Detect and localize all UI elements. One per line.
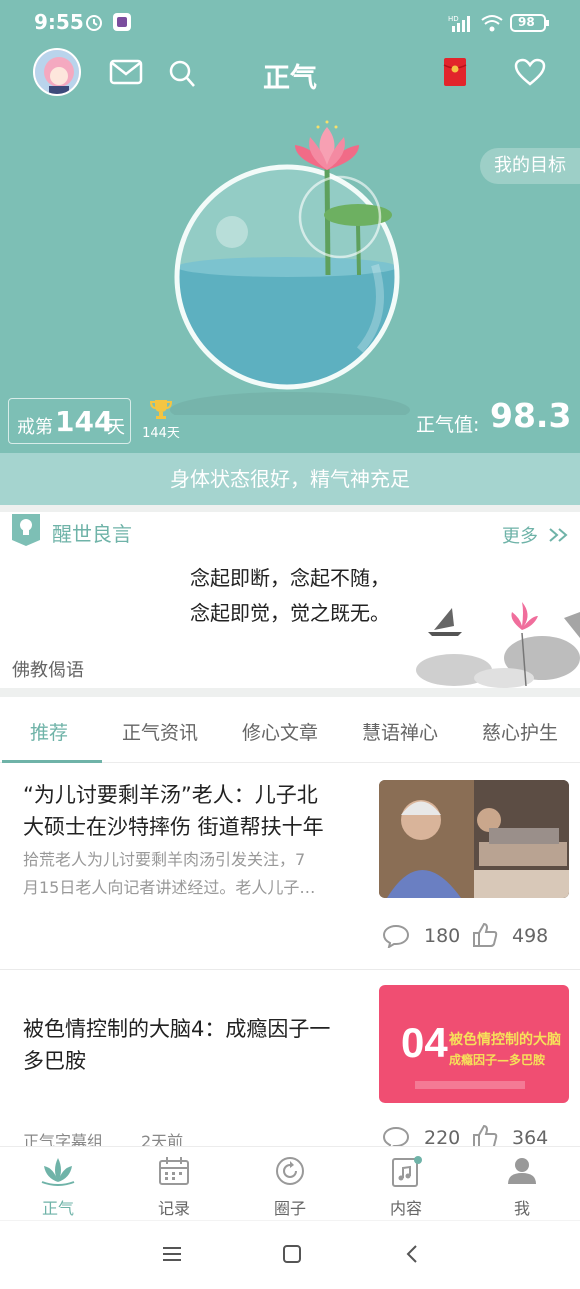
nav-label-content: 内容 xyxy=(389,1199,422,1218)
thumbnail-caption-bar xyxy=(415,1081,525,1089)
app-notification-icon xyxy=(112,12,132,36)
nav-circle[interactable] xyxy=(232,1150,348,1190)
tab-cultivation-articles[interactable]: 修心文章 xyxy=(242,718,318,745)
nav-label-zhengqi: 正气 xyxy=(41,1199,74,1218)
thumbs-up-icon[interactable] xyxy=(472,922,498,952)
calendar-icon xyxy=(158,1156,190,1190)
thumbnail-episode-number: 04 xyxy=(401,1019,448,1066)
comment-count: 180 xyxy=(424,925,461,947)
status-message: 身体状态很好，精气神充足 xyxy=(0,453,580,505)
nav-label-record: 记录 xyxy=(157,1199,190,1218)
red-envelope-icon[interactable] xyxy=(443,57,467,91)
more-link[interactable]: 更多 xyxy=(502,522,570,548)
section-divider xyxy=(0,688,580,697)
thumbnail-title: 被色情控制的大脑 xyxy=(449,1032,561,1048)
news-desc-line-2: 月15日老人向记者讲述经过。老人儿子… xyxy=(23,878,316,897)
battery-level: 98 xyxy=(518,15,535,29)
thumbnail-subtitle: 成瘾因子—多巴胺 xyxy=(449,1053,546,1067)
news-title-line-2: 大硕士在沙特摔伤 街道帮扶十年 xyxy=(23,815,324,839)
person-icon xyxy=(506,1156,538,1190)
page-title: 正气 xyxy=(263,63,317,94)
tab-zhengqi-news[interactable]: 正气资讯 xyxy=(122,718,198,745)
heart-icon[interactable] xyxy=(514,58,546,90)
news-thumbnail: 04 被色情控制的大脑 成瘾因子—多巴胺 xyxy=(379,985,569,1103)
section-divider xyxy=(0,505,580,512)
streak-suffix: 天 xyxy=(107,417,125,438)
streak-prefix: 戒第 xyxy=(17,417,53,438)
more-label: 更多 xyxy=(502,526,538,547)
alarm-icon xyxy=(84,12,104,36)
ink-lotus-illustration xyxy=(414,598,580,688)
nav-label-circle: 圈子 xyxy=(273,1199,306,1218)
like-count: 498 xyxy=(512,925,549,947)
streak-days-box: 戒第 144 天 xyxy=(8,398,131,444)
news-title-line-1: 被色情控制的大脑4：成瘾因子一 xyxy=(23,1017,331,1041)
lotus-globe-illustration xyxy=(160,115,420,428)
home-icon[interactable] xyxy=(282,1244,302,1268)
tab-recommend[interactable]: 推荐 xyxy=(30,718,68,745)
streak-days: 144 xyxy=(55,405,114,438)
lightbulb-icon xyxy=(12,514,40,546)
news-desc-line-1: 拾荒老人为儿讨要剩羊肉汤引发关注，7 xyxy=(23,850,306,869)
nav-record[interactable] xyxy=(116,1150,232,1190)
nav-me[interactable] xyxy=(464,1150,580,1190)
wifi-icon xyxy=(480,14,504,36)
nav-content[interactable] xyxy=(348,1150,464,1192)
music-book-icon xyxy=(390,1156,422,1192)
quote-source: 佛教偈语 xyxy=(12,660,84,681)
zhengqi-label: 正气值: xyxy=(416,414,480,436)
quote-heading: 醒世良言 xyxy=(52,522,132,546)
signal-icon: HD xyxy=(448,14,472,36)
news-thumbnail xyxy=(379,780,569,898)
svg-text:HD: HD xyxy=(448,15,459,23)
tab-compassion[interactable]: 慈心护生 xyxy=(482,718,558,745)
news-title-line-1: “为儿讨要剩羊汤”老人：儿子北 xyxy=(23,783,318,807)
back-icon[interactable] xyxy=(405,1244,419,1268)
lotus-icon xyxy=(40,1156,76,1190)
tab-wisdom-zen[interactable]: 慧语禅心 xyxy=(362,718,438,745)
nav-zhengqi[interactable] xyxy=(0,1150,116,1190)
my-goal-button[interactable]: 我的目标 xyxy=(480,148,580,184)
comment-icon[interactable] xyxy=(382,924,410,952)
refresh-circle-icon xyxy=(274,1156,306,1190)
trophy-icon xyxy=(149,398,173,424)
status-bar: 9:55 HD 98 xyxy=(0,0,580,44)
quote-line-1: 念起即断，念起不随， xyxy=(190,566,390,590)
double-chevron-right-icon xyxy=(548,527,570,548)
status-time: 9:55 xyxy=(34,10,84,34)
nav-label-me: 我 xyxy=(513,1199,530,1218)
tab-active-indicator xyxy=(2,760,102,763)
menu-icon[interactable] xyxy=(162,1245,182,1267)
zhengqi-value: 98.3 xyxy=(490,396,572,435)
trophy-days: 144天 xyxy=(142,426,180,441)
news-title-line-2: 多巴胺 xyxy=(23,1049,86,1073)
